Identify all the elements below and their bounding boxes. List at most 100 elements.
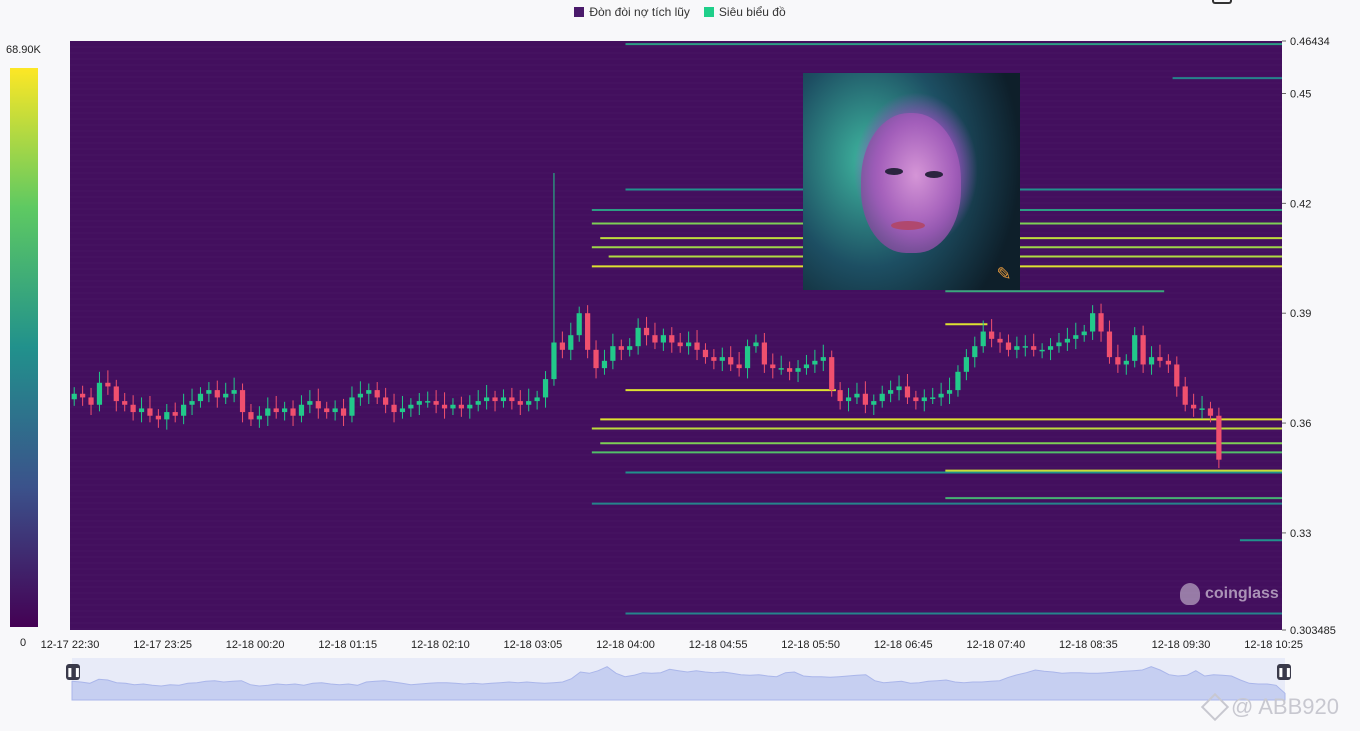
candle-body — [1182, 386, 1188, 405]
candle-body — [1165, 360, 1171, 365]
candle-body — [1132, 335, 1138, 361]
candle-body — [391, 404, 397, 413]
candle-body — [197, 393, 204, 402]
candle-body — [357, 393, 363, 398]
coinglass-logo-icon — [1180, 583, 1200, 605]
candle-body — [484, 397, 490, 402]
candle-body — [930, 397, 936, 399]
candle-body — [694, 342, 700, 350]
candle-body — [273, 408, 279, 413]
candle-body — [181, 404, 187, 416]
candle-body — [374, 390, 380, 398]
candle-body — [450, 404, 456, 409]
candle-body — [231, 390, 237, 394]
candle-body — [576, 313, 582, 336]
candle-body — [702, 349, 709, 358]
candle-body — [660, 335, 666, 343]
candle-body — [256, 415, 262, 420]
candle-body — [820, 357, 826, 361]
candle-body — [1005, 342, 1012, 350]
candle-body — [1081, 331, 1087, 336]
candle-body — [686, 342, 692, 347]
candle-body — [795, 368, 801, 372]
y-tick-label: 0.46434 — [1290, 36, 1330, 48]
y-tick-label: 0.39 — [1290, 308, 1311, 320]
candle-body — [458, 404, 464, 409]
candle-body — [1039, 349, 1045, 352]
candle-body — [425, 401, 431, 403]
candle-body — [138, 408, 145, 413]
candle-body — [585, 313, 591, 350]
candle-body — [282, 408, 288, 413]
x-tick-label: 12-18 04:00 — [596, 639, 655, 651]
x-tick-label: 12-18 05:50 — [781, 639, 840, 651]
candle-body — [736, 364, 742, 369]
candle-body — [559, 342, 565, 350]
x-tick-label: 12-18 10:25 — [1244, 639, 1303, 651]
x-tick-label: 12-18 04:55 — [689, 639, 748, 651]
coinglass-watermark-text: coinglass — [1205, 585, 1279, 602]
x-tick-label: 12-18 09:30 — [1152, 639, 1211, 651]
x-tick-label: 12-17 22:30 — [41, 639, 100, 651]
navigator-right-handle[interactable]: ❚❚ — [1277, 664, 1292, 680]
candle-body — [635, 327, 641, 347]
candle-body — [980, 331, 986, 347]
candle-body — [837, 390, 843, 402]
candle-body — [80, 393, 86, 398]
x-tick-label: 12-18 02:10 — [411, 639, 470, 651]
candle-body — [787, 368, 793, 372]
candle-body — [1191, 404, 1197, 409]
candle-body — [904, 386, 911, 398]
candle-body — [290, 408, 296, 416]
candle-body — [677, 342, 683, 347]
candle-body — [879, 393, 885, 402]
candle-body — [526, 401, 532, 405]
candle-body — [1140, 335, 1146, 365]
pencil-edit-icon[interactable]: ✎ — [994, 264, 1014, 284]
candle-body — [1106, 331, 1113, 358]
candle-body — [601, 360, 608, 369]
candle-body — [509, 397, 515, 402]
avatar-face — [861, 113, 961, 253]
candle-body — [105, 382, 111, 387]
candle-body — [71, 393, 77, 400]
candle-body — [946, 390, 953, 394]
avatar-mouth — [891, 221, 925, 230]
x-tick-label: 12-18 08:35 — [1059, 639, 1118, 651]
candle-body — [416, 401, 422, 405]
candle-body — [122, 401, 128, 405]
candle-body — [812, 360, 818, 365]
candle-body — [399, 408, 406, 413]
candle-body — [1073, 335, 1079, 339]
candle-body — [989, 331, 995, 339]
candle-body — [770, 364, 776, 369]
candle-body — [340, 408, 347, 416]
y-tick-label: 0.33 — [1290, 528, 1311, 540]
heatmap-chart: 0.46434 0.45 0.42 0.39 0.36 0.33 0.303485 12-1… — [10, 36, 1336, 701]
author-credit-text: @ ABB920 — [1231, 694, 1339, 719]
candle-body — [1098, 313, 1104, 332]
candle-body — [441, 404, 448, 409]
candle-body — [896, 386, 902, 391]
candle-body — [1174, 364, 1180, 387]
candle-body — [500, 397, 507, 402]
candle-body — [1047, 346, 1054, 350]
candle-body — [643, 327, 650, 336]
x-tick-label: 12-18 03:05 — [504, 639, 563, 651]
profile-avatar: ✎ — [803, 73, 1020, 290]
plot-area — [70, 41, 1282, 630]
candle-body — [1157, 357, 1163, 361]
x-tick-label: 12-18 00:20 — [226, 639, 285, 651]
candle-body — [1199, 408, 1205, 410]
candle-body — [610, 346, 616, 361]
candle-body — [113, 386, 119, 402]
candle-body — [593, 349, 599, 369]
y-axis: 0.46434 0.45 0.42 0.39 0.36 0.33 0.303485 — [1282, 36, 1336, 637]
candle-body — [1022, 346, 1028, 348]
avatar-eye-right — [925, 171, 943, 178]
navigator-left-handle[interactable]: ❚❚ — [66, 664, 81, 680]
candle-body — [1216, 415, 1222, 460]
candle-body — [172, 412, 178, 416]
candle-body — [155, 415, 161, 420]
candle-body — [711, 357, 717, 361]
